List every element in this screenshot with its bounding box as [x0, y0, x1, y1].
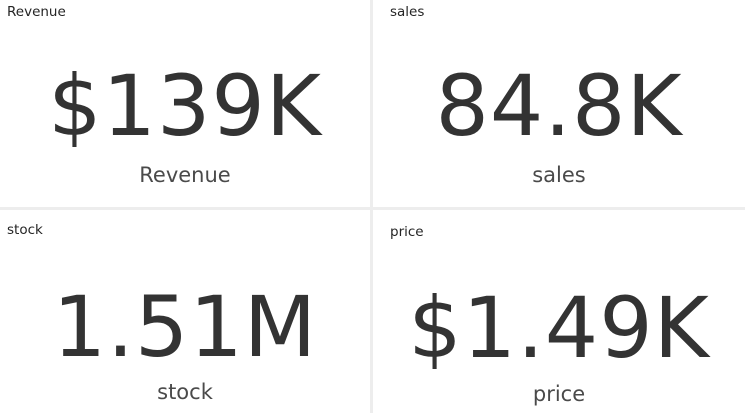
kpi-card-revenue[interactable]: Revenue $139K Revenue: [0, 0, 370, 207]
kpi-card-sales[interactable]: sales 84.8K sales: [373, 0, 745, 207]
kpi-label: price: [532, 382, 586, 406]
card-title: stock: [7, 222, 43, 238]
card-title: price: [390, 224, 424, 240]
kpi-label: Revenue: [139, 163, 231, 187]
kpi-card-price[interactable]: price $1.49K price: [373, 210, 745, 413]
kpi-label: stock: [157, 380, 213, 404]
kpi-value: $1.49K: [408, 279, 710, 377]
kpi-value: 1.51M: [52, 278, 318, 376]
kpi-value: 84.8K: [435, 57, 683, 155]
kpi-card-stock[interactable]: stock 1.51M stock: [0, 210, 370, 413]
card-title: sales: [390, 4, 425, 20]
kpi-value: $139K: [48, 57, 322, 155]
card-title: Revenue: [7, 4, 66, 20]
kpi-label: sales: [532, 163, 586, 187]
kpi-dashboard: Revenue $139K Revenue sales 84.8K sales …: [0, 0, 745, 413]
